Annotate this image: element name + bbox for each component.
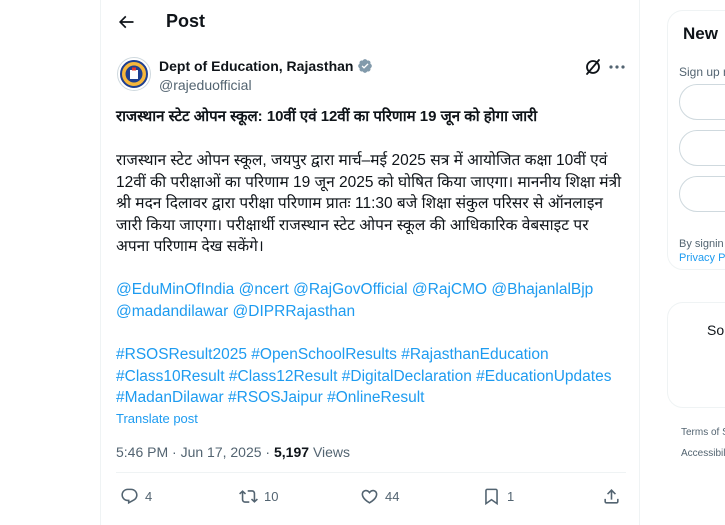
back-button[interactable] bbox=[113, 9, 139, 35]
secondary-card bbox=[667, 302, 725, 408]
create-account-button[interactable] bbox=[679, 176, 725, 212]
like-button[interactable]: 44 bbox=[360, 487, 399, 506]
bookmark-count: 1 bbox=[507, 489, 515, 504]
signup-apple-button[interactable] bbox=[679, 130, 725, 166]
share-icon bbox=[604, 489, 619, 504]
mention-link[interactable]: @DIPRRajasthan bbox=[233, 303, 356, 320]
hashtags: #RSOSResult2025 #OpenSchoolResults #Raja… bbox=[116, 344, 636, 409]
more-options-button[interactable] bbox=[607, 57, 627, 77]
mention-link[interactable]: @ncert bbox=[239, 281, 289, 298]
heart-icon bbox=[361, 489, 378, 504]
hashtag-link[interactable]: #MadanDilawar bbox=[116, 389, 224, 406]
author-name-text: Dept of Education, Rajasthan bbox=[159, 58, 354, 74]
state-emblem-icon bbox=[120, 60, 148, 88]
mention-link[interactable]: @EduMinOfIndia bbox=[116, 281, 234, 298]
reply-icon bbox=[121, 488, 138, 505]
verified-badge-icon bbox=[358, 59, 373, 73]
share-button[interactable] bbox=[602, 487, 621, 506]
signup-title: New bbox=[683, 24, 718, 43]
translate-post-link[interactable]: Translate post bbox=[116, 411, 198, 426]
grok-icon bbox=[586, 59, 600, 75]
tweet-body: राजस्थान स्टेट ओपन स्कूल, जयपुर द्वारा म… bbox=[116, 152, 622, 255]
hashtag-link[interactable]: #RSOSResult2025 bbox=[116, 346, 247, 363]
mention-link[interactable]: @RajGovOfficial bbox=[293, 281, 408, 298]
hashtag-link[interactable]: #DigitalDeclaration bbox=[342, 368, 472, 385]
reply-count: 4 bbox=[145, 489, 153, 504]
page-title: Post bbox=[166, 11, 206, 31]
repost-button[interactable]: 10 bbox=[239, 487, 278, 506]
mention-link[interactable]: @madandilawar bbox=[116, 303, 228, 320]
hashtag-link[interactable]: #RajasthanEducation bbox=[401, 346, 548, 363]
bookmark-button[interactable]: 1 bbox=[482, 487, 514, 506]
mention-link[interactable]: @RajCMO bbox=[412, 281, 487, 298]
more-icon bbox=[609, 65, 625, 69]
repost-count: 10 bbox=[264, 489, 279, 504]
signup-subtitle: Sign up n bbox=[679, 65, 725, 79]
secondary-card-text: So bbox=[707, 322, 725, 338]
hashtag-link[interactable]: #Class10Result bbox=[116, 368, 225, 385]
footer-accessibility-link[interactable]: Accessibil bbox=[681, 448, 725, 459]
tweet-heading: राजस्थान स्टेट ओपन स्कूल: 10वीं एवं 12वी… bbox=[116, 108, 538, 125]
hashtag-link[interactable]: #EducationUpdates bbox=[476, 368, 611, 385]
hashtag-link[interactable]: #Class12Result bbox=[229, 368, 338, 385]
privacy-link[interactable]: Privacy P bbox=[679, 252, 725, 264]
signup-card: New Sign up n By signin Privacy P bbox=[667, 10, 725, 270]
meta-separator: · bbox=[261, 444, 274, 460]
author-handle[interactable]: @rajeduofficial bbox=[159, 77, 252, 93]
author-name[interactable]: Dept of Education, Rajasthan bbox=[159, 58, 373, 74]
views-count: 5,197 bbox=[274, 444, 310, 460]
right-sidebar: New Sign up n By signin Privacy P So Ter… bbox=[667, 0, 725, 525]
bookmark-icon bbox=[485, 488, 498, 506]
hashtag-link[interactable]: #OpenSchoolResults bbox=[251, 346, 397, 363]
footer-terms-link[interactable]: Terms of S bbox=[681, 427, 725, 438]
avatar[interactable] bbox=[117, 57, 151, 91]
repost-icon bbox=[239, 490, 258, 503]
arrow-left-icon bbox=[118, 15, 134, 29]
reply-button[interactable]: 4 bbox=[120, 487, 152, 506]
tweet-meta: 5:46 PM · Jun 17, 2025 · 5,197 Views bbox=[116, 444, 350, 460]
hashtag-link[interactable]: #OnlineResult bbox=[327, 389, 424, 406]
top-bar: Post bbox=[101, 0, 641, 46]
mention-link[interactable]: @BhajanlalBjp bbox=[491, 281, 593, 298]
divider bbox=[116, 472, 626, 473]
views-label: Views bbox=[312, 444, 351, 460]
like-count: 44 bbox=[385, 489, 400, 504]
grok-button[interactable] bbox=[583, 57, 603, 77]
action-bar: 4 10 44 1 bbox=[101, 487, 641, 509]
timestamp[interactable]: 5:46 PM · Jun 17, 2025 bbox=[116, 444, 262, 460]
main-column: Post Dept of Education, Rajasthan @rajed… bbox=[100, 0, 640, 525]
mentions: @EduMinOfIndia @ncert @RajGovOfficial @R… bbox=[116, 279, 631, 322]
terms-notice: By signin bbox=[679, 238, 724, 250]
signup-google-button[interactable] bbox=[679, 84, 725, 120]
hashtag-link[interactable]: #RSOSJaipur bbox=[228, 389, 323, 406]
